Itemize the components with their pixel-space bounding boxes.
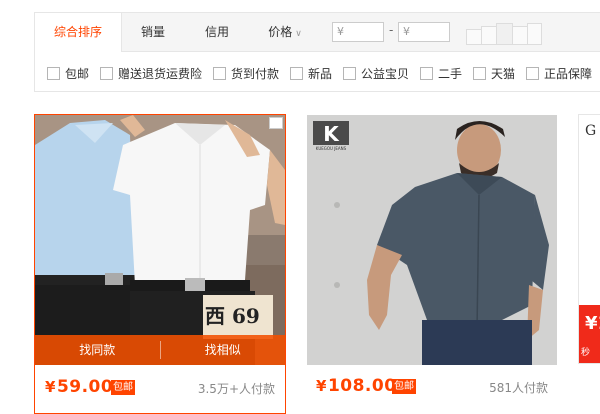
checkbox-icon[interactable] — [213, 67, 226, 80]
view-compact-icon[interactable] — [512, 26, 528, 45]
product-image[interactable]: 西 69 — [35, 115, 285, 365]
price-min-field[interactable]: ¥ — [332, 22, 384, 42]
filter-label: 赠送退货运费险 — [118, 67, 203, 81]
filter-second-hand[interactable]: 二手 — [420, 65, 462, 81]
filter-return-insurance[interactable]: 赠送退货运费险 — [100, 65, 202, 81]
view-grid-icon[interactable] — [466, 29, 482, 45]
product-tag-text: 西 69 — [205, 304, 260, 328]
filter-label: 公益宝贝 — [361, 67, 410, 81]
tab-comprehensive-sort[interactable]: 综合排序 — [35, 13, 122, 52]
product-image[interactable]: K KUEGOU JEANS — [307, 115, 557, 365]
filter-new-product[interactable]: 新品 — [290, 65, 332, 81]
currency-symbol: ¥ — [337, 25, 344, 38]
price-min-input[interactable] — [347, 25, 378, 38]
filter-label: 二手 — [438, 67, 463, 81]
tab-sales[interactable]: 销量 — [121, 13, 185, 51]
find-similar-button[interactable]: 找相似 — [161, 335, 286, 365]
currency-symbol: ¥ — [403, 25, 410, 38]
brand-logo-text: KUEGOU JEANS — [316, 146, 347, 151]
free-shipping-badge: 包邮 — [392, 379, 416, 394]
product-card[interactable]: 西 69 找同款 找相似 ¥59.00 包邮 3.5万+人付款 — [34, 114, 286, 414]
chevron-down-icon: ∨ — [295, 29, 302, 39]
filter-label: 包邮 — [65, 67, 90, 81]
checkbox-icon[interactable] — [290, 67, 303, 80]
brand-logo-letter: K — [323, 122, 340, 146]
filter-panel: 综合排序 销量 信用 价格 ∨ ¥ - ¥ 包邮 赠送退货运费险 货到付款 新品 … — [34, 12, 600, 92]
checkbox-icon[interactable] — [47, 67, 60, 80]
filter-cash-on-delivery[interactable]: 货到付款 — [213, 65, 279, 81]
view-mode-toggle[interactable] — [466, 23, 542, 45]
product-price: ¥108.00 — [316, 376, 397, 396]
view-large-icon[interactable] — [496, 23, 513, 45]
price-value: 108.00 — [327, 376, 397, 396]
currency-symbol: ¥ — [316, 377, 327, 395]
view-list-icon[interactable] — [481, 26, 497, 45]
paid-count: 3.5万+人付款 — [197, 382, 275, 396]
filter-tmall[interactable]: 天猫 — [473, 65, 515, 81]
partial-promo-tag: 秒 — [581, 348, 591, 358]
price-max-input[interactable] — [413, 25, 444, 38]
partial-brand-text: G — [585, 123, 597, 139]
filter-row: 包邮 赠送退货运费险 货到付款 新品 公益宝贝 二手 天猫 正品保障 — [35, 51, 600, 91]
checkbox-icon[interactable] — [100, 67, 113, 80]
price-max-field[interactable]: ¥ — [398, 22, 450, 42]
find-same-button[interactable]: 找同款 — [35, 335, 160, 365]
filter-charity[interactable]: 公益宝贝 — [343, 65, 409, 81]
checkbox-icon[interactable] — [420, 67, 433, 80]
paid-count: 581人付款 — [489, 381, 548, 395]
promo-banner: ¥1 秒 — [579, 305, 600, 363]
product-card[interactable]: G ¥1 秒 — [578, 114, 600, 414]
filter-genuine-guarantee[interactable]: 正品保障 — [526, 65, 592, 81]
filter-label: 正品保障 — [544, 67, 593, 81]
filter-free-shipping[interactable]: 包邮 — [47, 65, 89, 81]
product-photo-denim-shirt — [307, 115, 557, 365]
checkbox-icon[interactable] — [343, 67, 356, 80]
tab-price[interactable]: 价格 ∨ — [249, 13, 321, 51]
product-price: ¥59.00 — [45, 377, 113, 397]
hover-action-bar: 找同款 找相似 — [35, 335, 285, 365]
filter-label: 天猫 — [491, 67, 516, 81]
view-waterfall-icon[interactable] — [527, 23, 542, 45]
currency-symbol: ¥ — [45, 378, 56, 396]
partial-price-text: ¥1 — [585, 313, 600, 334]
tab-price-label: 价格 — [268, 25, 293, 39]
filter-label: 货到付款 — [231, 67, 280, 81]
checkbox-icon[interactable] — [473, 67, 486, 80]
price-separator: - — [389, 23, 394, 37]
checkbox-icon[interactable] — [526, 67, 539, 80]
brand-logo-icon: K KUEGOU JEANS — [313, 121, 349, 151]
price-value: 59.00 — [56, 377, 114, 397]
hide-icon[interactable] — [269, 117, 283, 129]
product-card[interactable]: K KUEGOU JEANS ¥108.00 包邮 581人付款 — [306, 114, 558, 414]
tab-credit[interactable]: 信用 — [185, 13, 249, 51]
sort-bar: 综合排序 销量 信用 价格 ∨ ¥ - ¥ — [35, 13, 600, 52]
filter-label: 新品 — [308, 67, 333, 81]
product-image[interactable]: G ¥1 秒 — [578, 114, 600, 364]
free-shipping-badge: 包邮 — [111, 380, 135, 395]
